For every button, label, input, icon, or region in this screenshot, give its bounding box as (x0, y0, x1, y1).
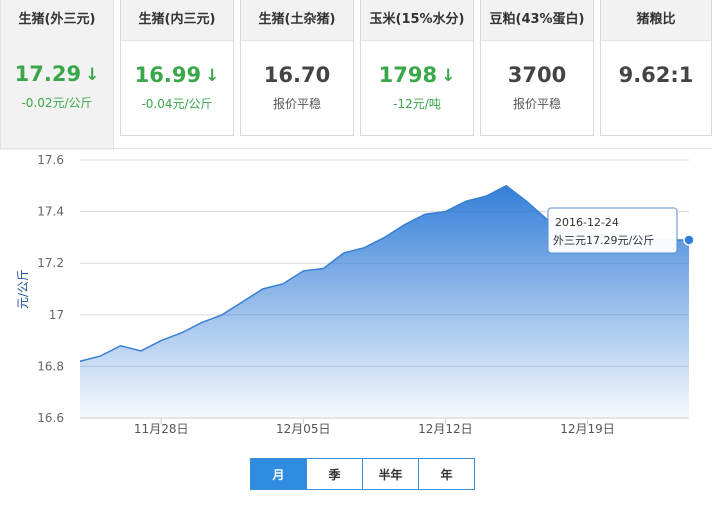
tab-title: 生猪(外三元) (1, 0, 113, 40)
tab-value: 3700 (481, 61, 593, 89)
price-chart: 16.6 16.8 17 17.2 17.4 17.6 元/公斤 11月28日 12月05日 12… (0, 148, 712, 502)
tab-4[interactable]: 豆粕(43%蛋白) 3700 报价平稳 (480, 0, 594, 136)
range-button-3[interactable]: 年 (418, 458, 475, 490)
tooltip-text: 外三元17.29元/公斤 (553, 234, 654, 247)
tab-value: 9.62:1 (601, 61, 711, 89)
tab-5[interactable]: 猪粮比 9.62:1 (600, 0, 712, 136)
tab-title: 豆粕(43%蛋白) (481, 0, 593, 41)
tab-change: -0.04元/公斤 (121, 95, 233, 112)
tab-value-text: 9.62:1 (619, 63, 694, 87)
tab-title: 玉米(15%水分) (361, 0, 473, 41)
data-point (684, 235, 694, 245)
tab-title: 猪粮比 (601, 0, 711, 41)
arrow-down-icon: ↓ (85, 61, 99, 89)
tab-value-text: 16.99 (135, 63, 201, 87)
tab-value-text: 17.29 (15, 62, 81, 86)
tab-title: 生猪(土杂猪) (241, 0, 353, 41)
tab-1[interactable]: 生猪(内三元) 16.99↓ -0.04元/公斤 (120, 0, 234, 136)
tab-change: 报价平稳 (241, 95, 353, 112)
range-selector: 月季半年年 (250, 458, 475, 490)
tab-3[interactable]: 玉米(15%水分) 1798↓ -12元/吨 (360, 0, 474, 136)
x-tick-label: 12月05日 (276, 422, 331, 436)
y-tick-label: 17.2 (37, 256, 64, 270)
y-tick-label: 16.6 (37, 411, 64, 425)
arrow-down-icon: ↓ (441, 62, 455, 90)
y-tick-label: 16.8 (37, 359, 64, 373)
tab-0[interactable]: 生猪(外三元) 17.29↓ -0.02元/公斤 (0, 0, 114, 150)
price-tabs: 生猪(外三元)17.29↓-0.02元/公斤生猪(内三元)16.99↓-0.04… (0, 0, 712, 140)
tab-value: 1798↓ (361, 61, 473, 89)
x-tick-label: 12月12日 (418, 422, 473, 436)
tab-value: 16.70 (241, 61, 353, 89)
tab-title: 生猪(内三元) (121, 0, 233, 41)
range-button-1[interactable]: 季 (306, 458, 363, 490)
tab-change: 报价平稳 (481, 95, 593, 112)
tab-value: 16.99↓ (121, 61, 233, 89)
tab-value-text: 1798 (379, 63, 437, 87)
tab-value-text: 16.70 (264, 63, 330, 87)
tab-value-text: 3700 (508, 63, 566, 87)
y-tick-label: 17.4 (37, 205, 64, 219)
x-tick-label: 12月19日 (560, 422, 615, 436)
tooltip-date: 2016-12-24 (555, 216, 619, 229)
tab-change: -0.02元/公斤 (1, 94, 113, 111)
tab-value: 17.29↓ (1, 60, 113, 88)
range-button-0[interactable]: 月 (250, 458, 307, 490)
x-tick-label: 11月28日 (134, 422, 189, 436)
range-button-2[interactable]: 半年 (362, 458, 419, 490)
tooltip: 2016-12-24 外三元17.29元/公斤 (548, 208, 677, 253)
tab-change: -12元/吨 (361, 95, 473, 112)
y-tick-label: 17.6 (37, 153, 64, 167)
chart-svg: 16.6 16.8 17 17.2 17.4 17.6 元/公斤 11月28日 12月05日 12… (0, 149, 712, 502)
tab-2[interactable]: 生猪(土杂猪) 16.70 报价平稳 (240, 0, 354, 136)
y-axis-label: 元/公斤 (16, 269, 30, 309)
y-tick-label: 17 (49, 308, 64, 322)
arrow-down-icon: ↓ (205, 62, 219, 90)
